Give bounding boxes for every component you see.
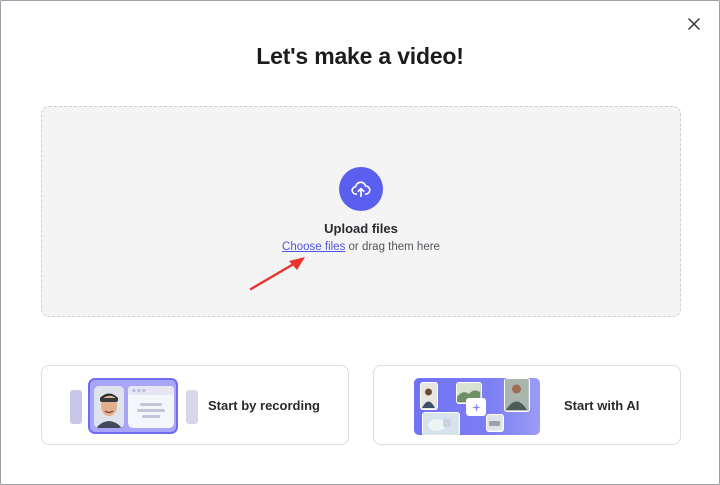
- screen-preview: [128, 386, 174, 428]
- dialog-title: Let's make a video!: [256, 43, 464, 69]
- upload-dropzone[interactable]: Upload files Choose files or drag them h…: [41, 106, 681, 317]
- start-with-ai-label: Start with AI: [564, 398, 640, 413]
- upload-title: Upload files: [324, 221, 398, 236]
- start-recording-card[interactable]: Start by recording: [41, 365, 349, 445]
- start-with-ai-card[interactable]: Start with AI: [373, 365, 681, 445]
- cloud-upload-icon: [351, 181, 371, 198]
- close-icon: [688, 18, 700, 30]
- close-button[interactable]: [685, 15, 703, 33]
- create-video-dialog: Let's make a video! Upload files Choose …: [0, 0, 720, 485]
- recording-illustration: [70, 378, 198, 434]
- upload-subtitle: Choose files or drag them here: [42, 241, 680, 253]
- choose-files-link[interactable]: Choose files: [282, 241, 345, 253]
- upload-button[interactable]: [339, 167, 383, 211]
- presenter-avatar: [94, 386, 124, 428]
- sparkle-icon: [471, 402, 481, 412]
- annotation-arrow-icon: [249, 257, 305, 291]
- drag-hint: or drag them here: [345, 241, 440, 253]
- start-recording-label: Start by recording: [208, 398, 320, 413]
- ai-illustration: [414, 378, 540, 435]
